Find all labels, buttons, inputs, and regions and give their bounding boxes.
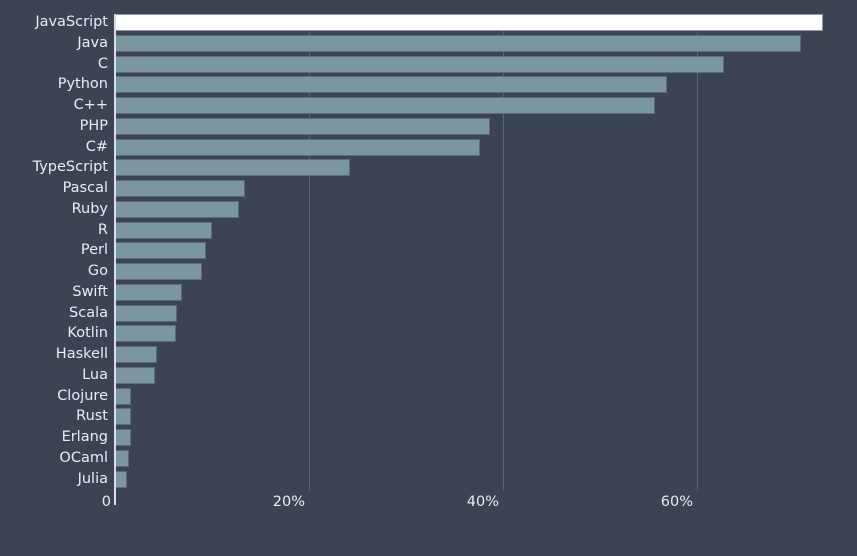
bar-row <box>115 55 857 73</box>
bar-rust[interactable] <box>115 408 131 426</box>
bar-row <box>115 97 857 114</box>
bar-python[interactable] <box>115 76 667 94</box>
y-label-c: C <box>97 55 108 72</box>
y-label-c-: C# <box>85 138 108 155</box>
bar-c-[interactable] <box>115 138 480 156</box>
y-label-kotlin: Kotlin <box>67 325 108 342</box>
y-label-ocaml: OCaml <box>59 449 108 466</box>
bar-ruby[interactable] <box>115 200 240 218</box>
bar-clojure[interactable] <box>115 387 131 405</box>
bar-row <box>115 221 857 239</box>
bar-c-[interactable] <box>115 97 656 114</box>
x-tick-label-0: 0 <box>101 494 111 510</box>
bar-row <box>115 346 857 363</box>
y-label-pascal: Pascal <box>62 180 108 196</box>
y-label-python: Python <box>57 76 108 93</box>
bar-row <box>115 200 857 218</box>
bar-haskell[interactable] <box>115 346 157 363</box>
bar-row <box>115 117 857 135</box>
bar-row <box>115 408 857 426</box>
bar-row <box>115 325 857 343</box>
bar-row <box>115 283 857 301</box>
y-label-clojure: Clojure <box>57 387 108 404</box>
y-label-java: Java <box>77 34 108 51</box>
y-axis-labels: JavaScript Java C Python C++ PHP C# TypeScript P… <box>0 14 108 491</box>
bar-r[interactable] <box>115 221 212 239</box>
bar-go[interactable] <box>115 263 203 280</box>
y-label-perl: Perl <box>80 242 108 259</box>
bar-php[interactable] <box>115 117 491 135</box>
bar-julia[interactable] <box>115 470 127 488</box>
y-label-haskell: Haskell <box>55 346 108 362</box>
bar-scala[interactable] <box>115 304 178 322</box>
y-label-c-: C++ <box>73 97 108 113</box>
bar-row <box>115 449 857 467</box>
y-label-javascript: JavaScript <box>35 14 108 30</box>
bar-javascript[interactable] <box>115 14 824 31</box>
x-tick-label-2: 40% <box>466 494 499 510</box>
bar-row <box>115 159 857 177</box>
bar-kotlin[interactable] <box>115 325 177 343</box>
bar-typescript[interactable] <box>115 159 350 177</box>
bar-row <box>115 470 857 488</box>
bar-swift[interactable] <box>115 283 182 301</box>
y-label-scala: Scala <box>69 304 108 321</box>
bar-lua[interactable] <box>115 366 155 384</box>
bar-row <box>115 34 857 52</box>
bar-row <box>115 366 857 384</box>
y-label-erlang: Erlang <box>61 429 108 445</box>
x-tick-label-1: 20% <box>272 494 305 510</box>
y-label-typescript: TypeScript <box>32 159 108 176</box>
bar-perl[interactable] <box>115 242 207 260</box>
y-axis-line <box>114 14 116 505</box>
y-label-go: Go <box>87 263 108 279</box>
x-tick-label-3: 60% <box>660 494 693 510</box>
y-label-r: R <box>97 221 108 238</box>
bar-ocaml[interactable] <box>115 449 129 467</box>
bar-row <box>115 263 857 280</box>
bar-c[interactable] <box>115 55 725 73</box>
y-label-swift: Swift <box>72 283 108 300</box>
bar-row <box>115 242 857 260</box>
bar-erlang[interactable] <box>115 429 131 446</box>
y-label-rust: Rust <box>76 408 108 425</box>
x-axis-ticks: 0 20% 40% 60% <box>0 491 857 521</box>
y-label-php: PHP <box>79 117 108 134</box>
y-label-julia: Julia <box>77 470 108 487</box>
bar-row <box>115 387 857 405</box>
plot-area <box>115 14 857 491</box>
bar-row <box>115 14 857 31</box>
bar-row <box>115 304 857 322</box>
bar-pascal[interactable] <box>115 180 245 197</box>
bar-row <box>115 76 857 94</box>
bar-row <box>115 138 857 156</box>
y-label-lua: Lua <box>82 366 108 383</box>
bar-chart: JavaScript Java C Python C++ PHP C# TypeScript P… <box>0 0 857 556</box>
bar-row <box>115 429 857 446</box>
bar-java[interactable] <box>115 34 801 52</box>
bar-row <box>115 180 857 197</box>
y-label-ruby: Ruby <box>71 200 108 217</box>
